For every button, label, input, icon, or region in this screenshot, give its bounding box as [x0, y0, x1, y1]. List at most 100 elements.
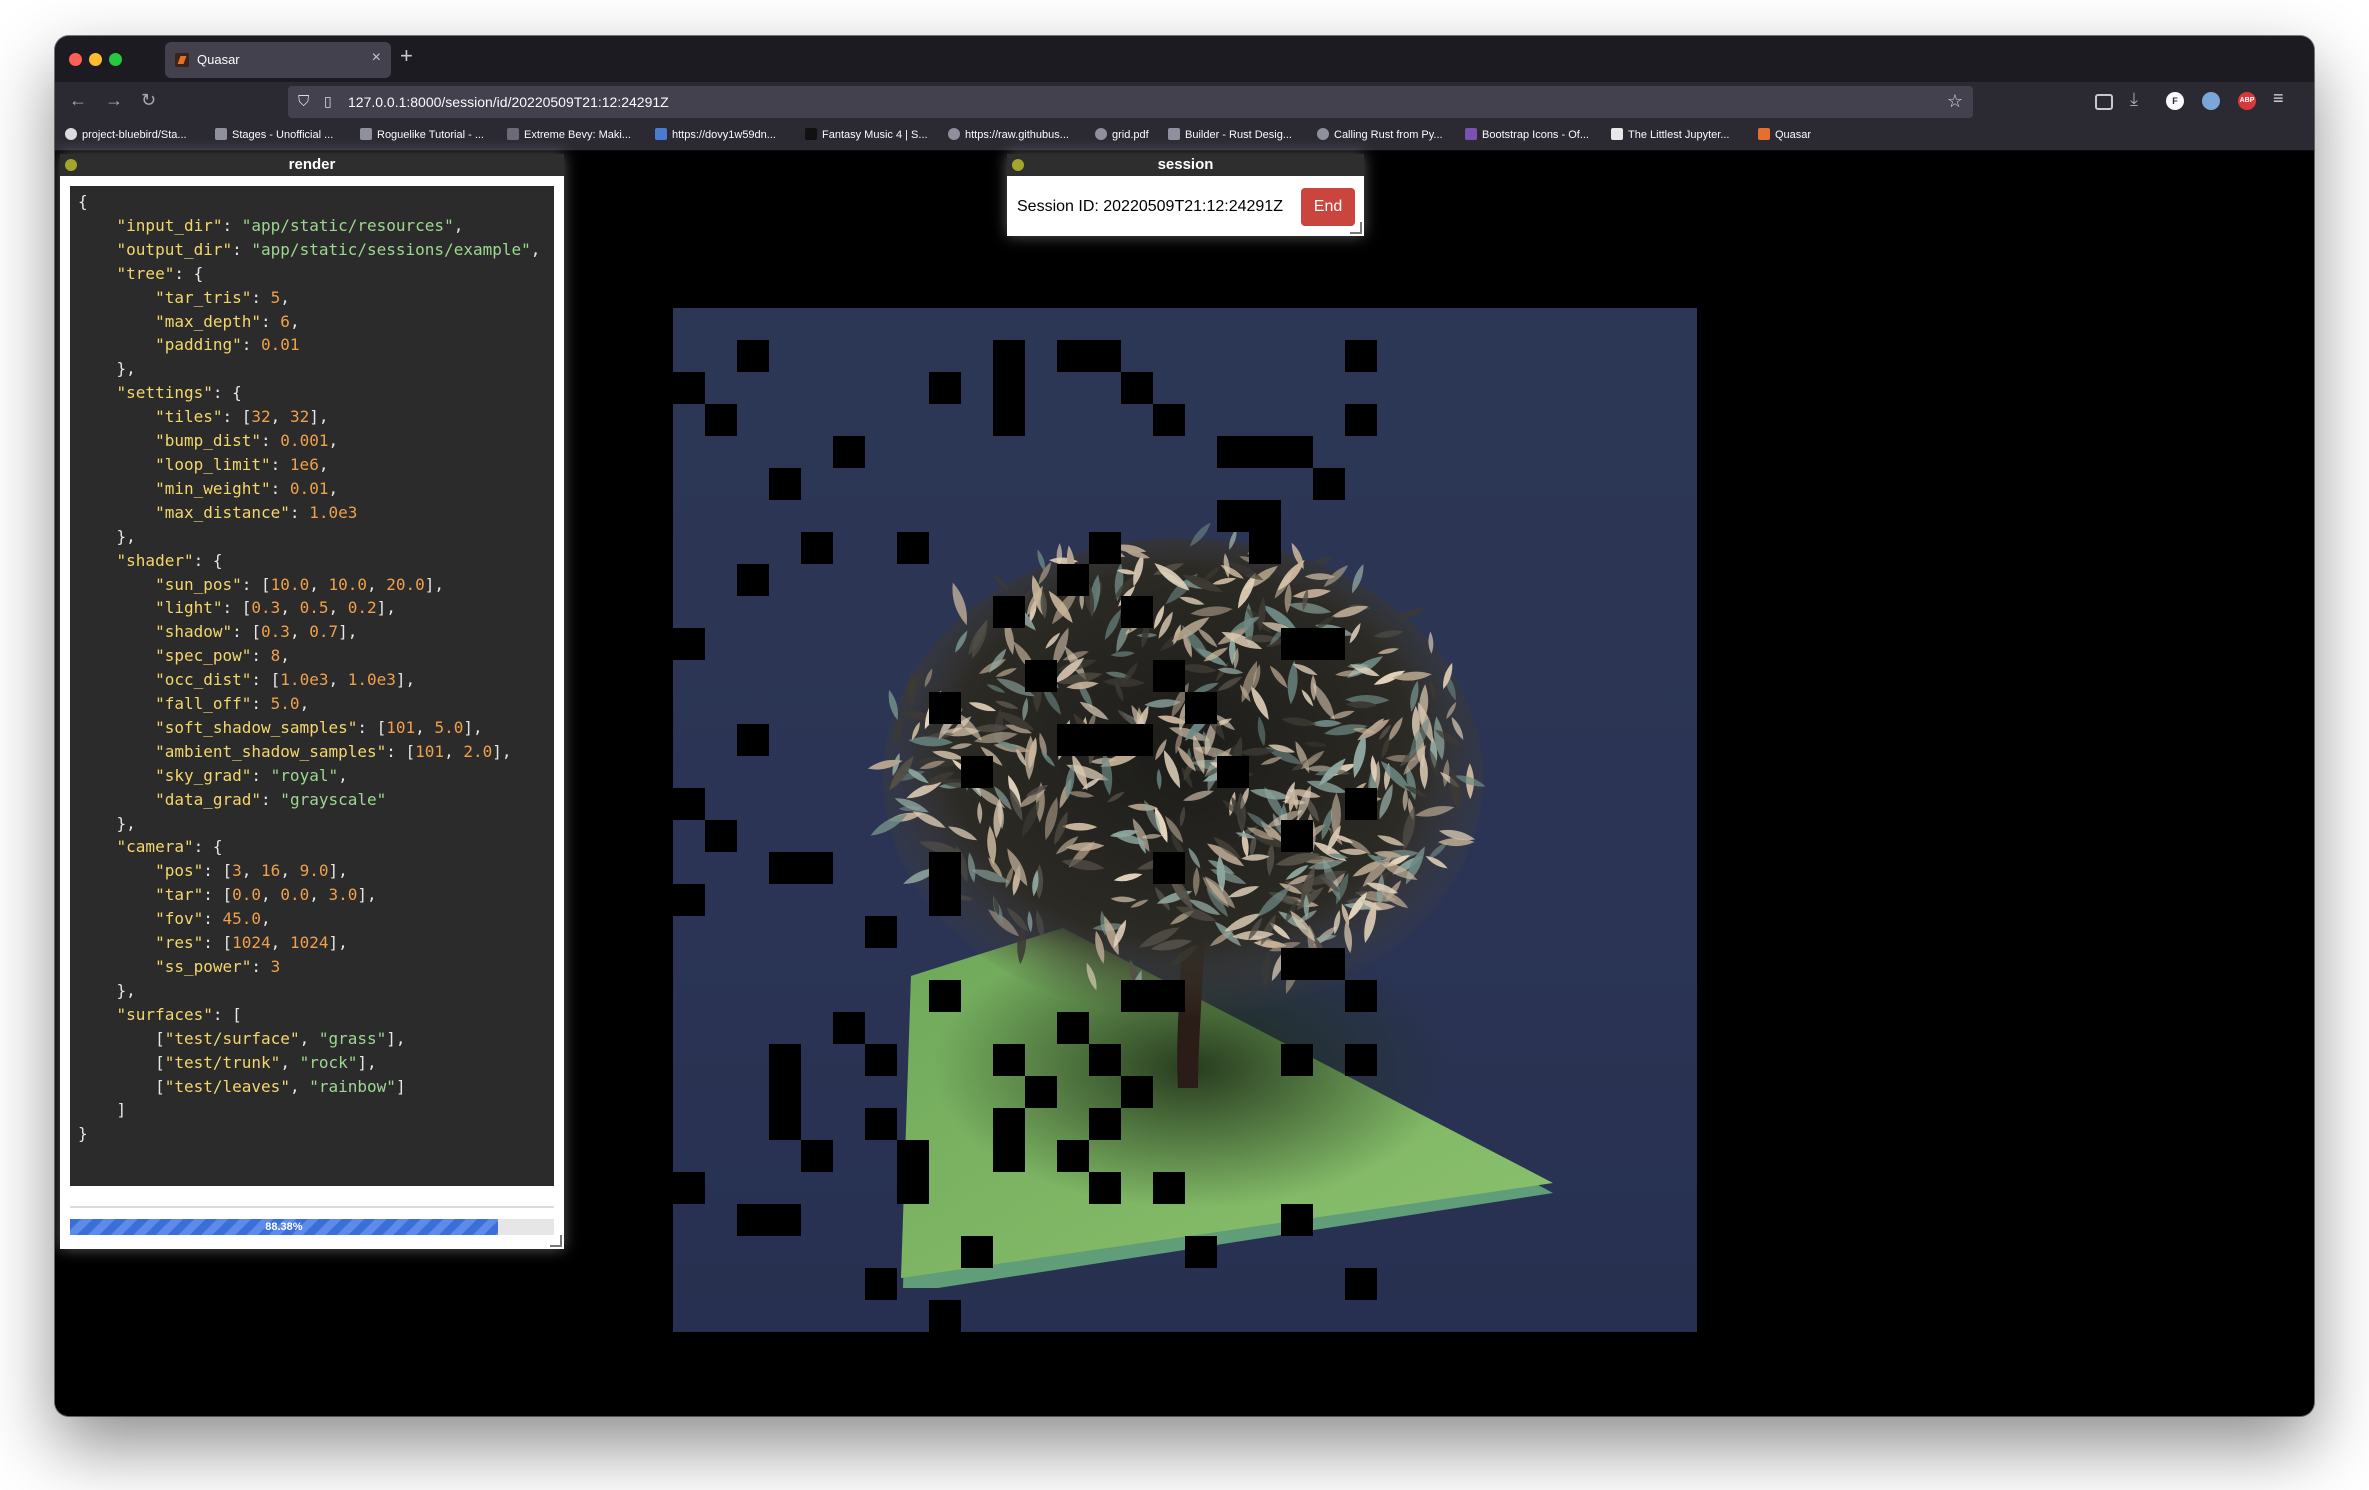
render-panel[interactable]: render { "input_dir": "app/static/resour… — [60, 154, 564, 1249]
page-info-icon[interactable]: ▯ — [324, 93, 332, 110]
missing-tile — [673, 1172, 705, 1204]
extension-f-icon[interactable]: F — [2166, 92, 2184, 110]
bookmark-item[interactable]: Roguelike Tutorial - ... — [360, 128, 484, 141]
panel-drag-dot-icon[interactable] — [65, 159, 77, 171]
close-window-button[interactable] — [69, 53, 82, 66]
missing-tile — [673, 884, 705, 916]
bookmark-item[interactable]: Quasar — [1758, 128, 1811, 141]
missing-tile — [1057, 724, 1089, 756]
bookmark-star-icon[interactable]: ☆ — [1947, 91, 1963, 112]
bookmark-item[interactable]: Calling Rust from Py... — [1317, 128, 1443, 141]
tab-quasar[interactable]: Quasar × — [165, 42, 391, 78]
bookmark-item[interactable]: grid.pdf — [1095, 128, 1149, 141]
bookmark-item[interactable]: The Littlest Jupyter... — [1611, 128, 1730, 141]
music-icon — [805, 128, 817, 140]
missing-tile — [897, 1172, 929, 1204]
tab-bar: Quasar × + — [55, 36, 2314, 82]
missing-tile — [1345, 340, 1377, 372]
session-panel-header[interactable]: session — [1007, 154, 1364, 176]
missing-tile — [1313, 948, 1345, 980]
missing-tile — [1121, 372, 1153, 404]
session-id-label: Session ID: 20220509T21:12:24291Z — [1017, 198, 1283, 215]
bookmark-item[interactable]: project-bluebird/Sta... — [65, 128, 187, 141]
render-panel-header[interactable]: render — [60, 154, 564, 176]
missing-tile — [993, 1140, 1025, 1172]
missing-tile — [1153, 852, 1185, 884]
render-panel-title: render — [288, 156, 336, 173]
resize-handle-icon[interactable] — [1350, 222, 1362, 234]
missing-tile — [929, 1300, 961, 1332]
bookmark-item[interactable]: Extreme Bevy: Maki... — [507, 128, 631, 141]
forward-icon[interactable]: → — [105, 90, 123, 111]
resize-handle-icon[interactable] — [550, 1235, 562, 1247]
page-icon — [215, 128, 227, 140]
globe-icon — [1095, 128, 1107, 140]
missing-tile — [1281, 820, 1313, 852]
missing-tile — [1249, 436, 1281, 468]
missing-tile — [673, 628, 705, 660]
missing-tile — [769, 1108, 801, 1140]
missing-tile — [993, 1108, 1025, 1140]
missing-tile — [993, 372, 1025, 404]
missing-tile — [1249, 500, 1281, 532]
maximize-window-button[interactable] — [109, 53, 122, 66]
missing-tile — [769, 1044, 801, 1076]
progress-divider — [70, 1206, 554, 1208]
missing-tile — [1345, 1268, 1377, 1300]
missing-tile — [1153, 660, 1185, 692]
missing-tile — [1281, 948, 1313, 980]
page-icon — [360, 128, 372, 140]
bookmark-item[interactable]: Fantasy Music 4 | S... — [805, 128, 928, 141]
missing-tile — [737, 1204, 769, 1236]
bookmark-item[interactable]: Bootstrap Icons - Of... — [1465, 128, 1589, 141]
bootstrap-icon — [1465, 128, 1477, 140]
missing-tile — [993, 596, 1025, 628]
missing-tile — [833, 1012, 865, 1044]
missing-tile — [801, 852, 833, 884]
render-output-image — [673, 308, 1697, 1332]
missing-tile — [1089, 1108, 1121, 1140]
browser-window: Quasar × + ← → ↻ ⛉ ▯ 127.0.0.1:8000/sess… — [55, 36, 2314, 1416]
downloads-icon[interactable]: ⤓ — [2130, 89, 2138, 110]
reload-icon[interactable]: ↻ — [141, 90, 156, 111]
missing-tile — [897, 1140, 929, 1172]
missing-tile — [1313, 628, 1345, 660]
end-session-button[interactable]: End — [1301, 188, 1355, 226]
address-bar[interactable]: ⛉ ▯ 127.0.0.1:8000/session/id/20220509T2… — [288, 86, 1973, 118]
missing-tile — [993, 1044, 1025, 1076]
quasar-favicon-icon — [175, 53, 189, 67]
missing-tile — [1121, 724, 1153, 756]
config-editor[interactable]: { "input_dir": "app/static/resources", "… — [70, 186, 554, 1186]
missing-tile — [865, 1108, 897, 1140]
panel-drag-dot-icon[interactable] — [1012, 159, 1024, 171]
session-panel[interactable]: session Session ID: 20220509T21:12:24291… — [1007, 154, 1364, 236]
missing-tile — [1345, 404, 1377, 436]
tab-close-icon[interactable]: × — [372, 49, 381, 67]
bookmark-item[interactable]: https://raw.githubus... — [948, 128, 1069, 141]
github-icon — [65, 128, 77, 140]
bookmark-item[interactable]: Stages - Unofficial ... — [215, 128, 333, 141]
tracking-shield-icon[interactable]: ⛉ — [298, 93, 309, 110]
missing-tile — [1217, 500, 1249, 532]
missing-tile — [961, 756, 993, 788]
bookmark-item[interactable]: https://dovy1w59dn... — [655, 128, 776, 141]
back-icon[interactable]: ← — [69, 90, 87, 111]
bookmark-item[interactable]: Builder - Rust Desig... — [1168, 128, 1292, 141]
menu-icon[interactable]: ≡ — [2273, 88, 2284, 109]
minimize-window-button[interactable] — [89, 53, 102, 66]
missing-tile — [1121, 596, 1153, 628]
missing-tile — [1185, 1236, 1217, 1268]
adblock-icon[interactable]: ABP — [2238, 92, 2256, 110]
pocket-icon[interactable] — [2095, 94, 2113, 110]
missing-tile — [801, 532, 833, 564]
missing-tile — [1089, 1172, 1121, 1204]
extension-icon[interactable] — [2202, 92, 2220, 110]
missing-tile — [865, 916, 897, 948]
new-tab-button[interactable]: + — [400, 45, 413, 67]
session-panel-title: session — [1157, 156, 1214, 173]
missing-tile — [1089, 532, 1121, 564]
missing-tile — [993, 404, 1025, 436]
url-text[interactable]: 127.0.0.1:8000/session/id/20220509T21:12… — [348, 94, 669, 110]
missing-tile — [929, 692, 961, 724]
tree-render-image — [673, 340, 1553, 1332]
